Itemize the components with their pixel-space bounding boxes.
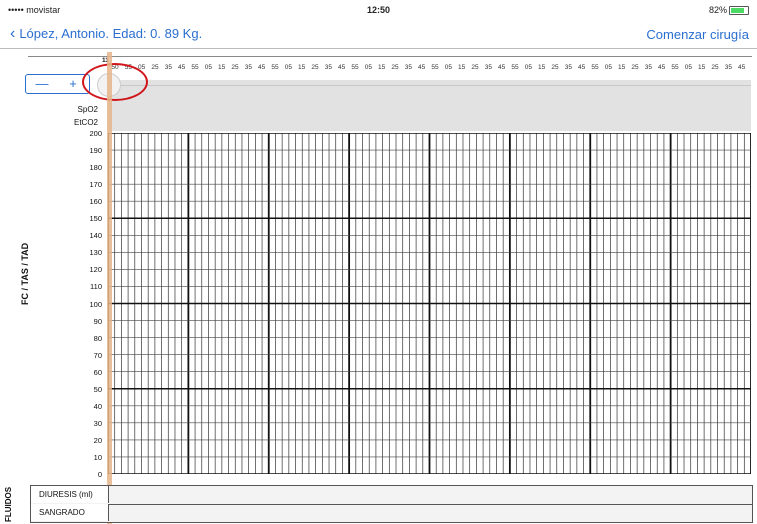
y-tick-label: 30 — [93, 418, 102, 428]
navigation-bar: ‹ López, Antonio. Edad: 0. 89 Kg. Comenz… — [0, 22, 757, 49]
clock: 12:50 — [367, 5, 391, 15]
minute-ticks: 50 55 05 25 35 45 55 05 15 25 35 45 55 05 15 25 35 45 55 05… — [108, 64, 756, 74]
zoom-out-button[interactable]: — — [25, 74, 59, 94]
minute-tick-label: 55 — [591, 64, 599, 71]
minute-tick-label: 15 — [618, 64, 626, 71]
chevron-left-icon: ‹ — [10, 25, 16, 42]
fluid-row-label: DIURESIS (ml) — [31, 486, 109, 503]
fluid-row-diuresis[interactable]: DIURESIS (ml) — [31, 486, 752, 505]
minute-tick-label: 35 — [484, 64, 492, 71]
battery-icon — [729, 6, 749, 15]
minute-tick-label: 25 — [711, 64, 719, 71]
y-tick-label: 100 — [89, 299, 102, 309]
minute-tick-label: 15 — [378, 64, 386, 71]
y-tick-label: 50 — [93, 384, 102, 394]
minute-tick-label: 45 — [178, 64, 186, 71]
y-tick-label: 190 — [89, 146, 102, 156]
minute-tick-label: 25 — [151, 64, 159, 71]
y-tick-label: 120 — [89, 265, 102, 275]
minute-tick-label: 15 — [458, 64, 466, 71]
minute-tick-label: 45 — [578, 64, 586, 71]
y-tick-label: 60 — [93, 367, 102, 377]
patient-title: López, Antonio. Edad: 0. 89 Kg. — [19, 26, 203, 41]
minute-tick-label: 35 — [164, 64, 172, 71]
minute-tick-label: 35 — [324, 64, 332, 71]
spo2-label: SpO2 — [77, 105, 98, 114]
y-tick-label: 170 — [89, 180, 102, 190]
minute-tick-label: 55 — [191, 64, 199, 71]
grid-lines — [107, 132, 752, 475]
minute-tick-label: 35 — [244, 64, 252, 71]
y-tick-label: 0 — [97, 470, 102, 479]
minute-tick-label: 15 — [298, 64, 306, 71]
minute-tick-label: 45 — [498, 64, 506, 71]
minute-tick-label: 45 — [418, 64, 426, 71]
minute-tick-label: 35 — [724, 64, 732, 71]
minute-tick-label: 05 — [364, 64, 372, 71]
minute-tick-label: 05 — [284, 64, 292, 71]
minute-tick-label: 55 — [271, 64, 279, 71]
y-tick-label: 160 — [89, 197, 102, 207]
y-tick-label: 110 — [90, 282, 102, 292]
minute-tick-label: 45 — [658, 64, 666, 71]
back-button[interactable]: ‹ López, Antonio. Edad: 0. 89 Kg. — [10, 25, 203, 42]
minute-tick-label: 55 — [431, 64, 439, 71]
minute-tick-label: 25 — [311, 64, 319, 71]
minute-tick-label: 55 — [351, 64, 359, 71]
highlight-circle-annotation — [82, 63, 148, 101]
minute-tick-label: 15 — [538, 64, 546, 71]
minute-tick-label: 45 — [338, 64, 346, 71]
minute-tick-label: 05 — [204, 64, 212, 71]
minute-tick-label: 55 — [511, 64, 519, 71]
carrier-label: ••••• movistar — [8, 5, 61, 15]
y-tick-label: 150 — [89, 214, 102, 224]
etco2-label: EtCO2 — [73, 118, 98, 127]
minute-tick-label: 35 — [564, 64, 572, 71]
battery-percent: 82% — [708, 5, 727, 15]
current-time-marker[interactable] — [107, 52, 112, 524]
divider — [28, 56, 752, 57]
y-tick-label: 90 — [93, 316, 102, 326]
status-bar: ••••• movistar 12:50 82% — [0, 0, 757, 20]
y-tick-label: 80 — [93, 333, 102, 343]
minute-tick-label: 25 — [471, 64, 479, 71]
y-tick-label: 200 — [89, 129, 102, 138]
y-tick-label: 10 — [93, 452, 102, 462]
minute-tick-label: 05 — [444, 64, 452, 71]
minute-tick-label: 05 — [684, 64, 692, 71]
timeline-slider-track[interactable] — [118, 85, 751, 86]
minute-tick-label: 05 — [524, 64, 532, 71]
timeline-header-area — [108, 80, 751, 131]
fluids-table: DIURESIS (ml) SANGRADO — [30, 485, 753, 523]
minute-tick-label: 35 — [404, 64, 412, 71]
minute-tick-label: 25 — [551, 64, 559, 71]
minute-tick-label: 15 — [698, 64, 706, 71]
minute-tick-label: 25 — [391, 64, 399, 71]
fluid-row-label: SANGRADO — [31, 504, 109, 521]
battery-fill — [731, 8, 745, 13]
y-tick-label: 20 — [93, 435, 102, 445]
minute-tick-label: 55 — [671, 64, 679, 71]
minute-tick-label: 25 — [631, 64, 639, 71]
y-tick-label: 40 — [93, 401, 102, 411]
fluid-row-sangrado[interactable]: SANGRADO — [31, 504, 752, 522]
minute-tick-label: 45 — [738, 64, 746, 71]
y-tick-label: 180 — [89, 163, 102, 173]
minute-tick-label: 05 — [604, 64, 612, 71]
y-tick-label: 130 — [89, 248, 102, 258]
y-tick-label: 70 — [93, 350, 102, 360]
minute-tick-label: 15 — [218, 64, 226, 71]
start-surgery-button[interactable]: Comenzar cirugía — [646, 27, 749, 42]
minute-tick-label: 35 — [644, 64, 652, 71]
fluids-title: FLUIDOS — [4, 486, 13, 522]
y-axis-title: FC / TAS / TAD — [20, 242, 30, 305]
vitals-grid[interactable] — [107, 132, 752, 475]
minute-tick-label: 25 — [231, 64, 239, 71]
minute-tick-label: 45 — [258, 64, 266, 71]
y-tick-label: 140 — [89, 231, 102, 241]
